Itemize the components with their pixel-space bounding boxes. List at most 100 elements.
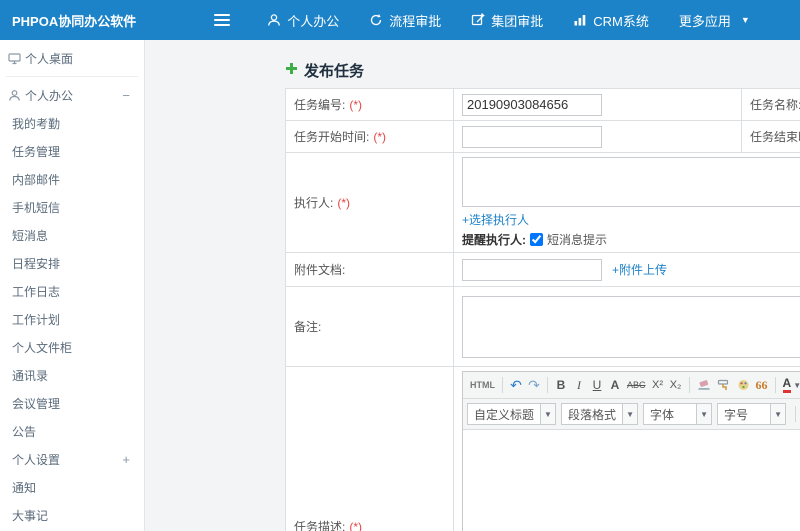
remove-format-icon[interactable]	[694, 375, 714, 395]
caret-down-icon: ▼	[540, 404, 556, 424]
caret-down-icon: ▼	[793, 380, 800, 390]
font-size-select[interactable]: 字号 ▼	[717, 403, 787, 425]
remind-executor-label: 提醒执行人:	[462, 233, 526, 247]
blockquote-button[interactable]: 66	[753, 375, 771, 395]
divider	[688, 377, 690, 393]
sidebar-item-attendance[interactable]: 我的考勤	[0, 109, 144, 137]
nav-workflow-approval[interactable]: 流程审批	[354, 0, 456, 40]
publish-task-form: 任务编号:(*) 任务名称:(*) 任务开始时间:(*)	[285, 88, 800, 531]
remark-label: 备注:	[285, 286, 454, 367]
page-title: 发布任务	[285, 60, 800, 80]
sidebar-item-file-cabinet[interactable]: 个人文件柜	[0, 333, 144, 361]
divider	[6, 76, 138, 77]
main-content: 发布任务 任务编号:(*) 任务名称:(*)	[145, 40, 800, 531]
bold-button[interactable]: B	[552, 375, 570, 395]
task-no-label: 任务编号: (*)	[285, 88, 454, 121]
sidebar-item-contacts[interactable]: 通讯录	[0, 361, 144, 389]
expand-icon[interactable]: +	[122, 452, 130, 467]
attachment-label: 附件文档:	[285, 252, 454, 287]
sidebar-item-personal-office[interactable]: 个人办公 −	[0, 81, 144, 109]
strikethrough-button[interactable]: ABC	[624, 375, 649, 395]
caret-down-icon: ▼	[696, 404, 712, 424]
sidebar-item-work-log[interactable]: 工作日志	[0, 277, 144, 305]
hamburger-icon	[214, 14, 231, 26]
undo-icon[interactable]: ↶	[507, 375, 525, 395]
sidebar-toggle-button[interactable]	[200, 0, 244, 40]
top-nav: 个人办公 流程审批 集团审批 CRM系统 更多应用 ▼	[252, 0, 765, 40]
collapse-icon[interactable]: −	[122, 88, 130, 103]
chart-icon	[573, 13, 587, 27]
spellcheck-button[interactable]: A	[606, 375, 624, 395]
remark-textarea[interactable]	[462, 295, 800, 358]
nav-label: 集团审批	[491, 13, 544, 29]
nav-label: 个人办公	[287, 13, 340, 29]
sidebar-item-events[interactable]: 大事记	[0, 501, 144, 529]
app-window: PHPOA协同办公软件 个人办公 流程审批 集团审批 CRM系统 更多应用 ▼ …	[0, 0, 800, 531]
desktop-icon	[8, 52, 21, 65]
redo-icon[interactable]: ↷	[525, 375, 543, 395]
caret-down-icon: ▼	[622, 404, 638, 424]
nav-label: 更多应用	[678, 13, 731, 29]
font-color-button[interactable]: A ▼	[780, 377, 800, 393]
rich-text-editor: HTML ↶ ↷ B I U A ABC X² X₂ 66 A ▼ 自定义标题 …	[462, 371, 800, 531]
format-painter-icon[interactable]	[714, 375, 734, 395]
user-icon	[267, 13, 281, 27]
nav-crm-system[interactable]: CRM系统	[558, 0, 664, 40]
underline-button[interactable]: U	[588, 375, 606, 395]
caret-down-icon: ▼	[770, 404, 786, 424]
end-time-label: 任务结束时间:(*)	[741, 120, 800, 153]
color-palette-icon[interactable]	[734, 375, 753, 395]
sidebar: 个人桌面 个人办公 − 我的考勤 任务管理 内部邮件 手机短信 短消息 日程安排…	[0, 40, 145, 531]
sidebar-item-schedule[interactable]: 日程安排	[0, 249, 144, 277]
sidebar-item-sms[interactable]: 手机短信	[0, 193, 144, 221]
editor-toolbar-row2: 自定义标题 ▼ 段落格式 ▼ 字体 ▼ 字号 ▼	[463, 399, 800, 430]
plus-icon	[285, 62, 298, 78]
app-logo: PHPOA协同办公软件	[12, 13, 137, 29]
paragraph-format-select[interactable]: 段落格式 ▼	[561, 403, 639, 425]
editor-content-area[interactable]	[463, 430, 800, 531]
nav-more-apps[interactable]: 更多应用 ▼	[664, 0, 765, 40]
sidebar-item-internal-mail[interactable]: 内部邮件	[0, 165, 144, 193]
nav-group-approval[interactable]: 集团审批	[456, 0, 558, 40]
sms-remind-option-label: 短消息提示	[547, 233, 608, 247]
sidebar-item-short-message[interactable]: 短消息	[0, 221, 144, 249]
divider	[795, 406, 797, 422]
sidebar-item-label: 个人桌面	[25, 51, 74, 66]
select-executor-link[interactable]: +选择执行人	[462, 213, 529, 227]
start-time-label: 任务开始时间: (*)	[285, 120, 454, 153]
sidebar-item-personal-settings[interactable]: 个人设置 +	[0, 445, 144, 473]
sidebar-item-task-management[interactable]: 任务管理	[0, 137, 144, 165]
sidebar-item-meeting[interactable]: 会议管理	[0, 389, 144, 417]
flow-icon	[369, 13, 383, 27]
start-time-input[interactable]	[462, 125, 602, 148]
html-source-button[interactable]: HTML	[467, 375, 498, 395]
italic-button[interactable]: I	[570, 375, 588, 395]
sidebar-item-desktop[interactable]: 个人桌面	[0, 44, 144, 72]
superscript-button[interactable]: X²	[649, 375, 667, 395]
attachment-input[interactable]	[462, 258, 602, 281]
divider	[774, 377, 776, 393]
top-navbar: PHPOA协同办公软件 个人办公 流程审批 集团审批 CRM系统 更多应用 ▼	[0, 0, 800, 40]
task-name-label: 任务名称:(*)	[741, 88, 800, 121]
sidebar-item-announcement[interactable]: 公告	[0, 417, 144, 445]
editor-toolbar-row1: HTML ↶ ↷ B I U A ABC X² X₂ 66 A ▼	[463, 372, 800, 399]
nav-personal-office[interactable]: 个人办公	[252, 0, 354, 40]
subscript-button[interactable]: X₂	[667, 375, 685, 395]
nav-label: CRM系统	[593, 13, 649, 29]
sidebar-item-label: 个人办公	[25, 88, 74, 103]
divider	[502, 377, 503, 393]
executor-textarea[interactable]	[462, 157, 800, 207]
sidebar-item-notice[interactable]: 通知	[0, 473, 144, 501]
attachment-upload-link[interactable]: +附件上传	[612, 261, 667, 278]
caret-down-icon: ▼	[740, 15, 750, 25]
task-description-label: 任务描述: (*)	[285, 366, 454, 531]
divider	[547, 377, 548, 393]
approval-icon	[471, 13, 486, 27]
user-icon	[8, 89, 21, 102]
font-family-select[interactable]: 字体 ▼	[643, 403, 713, 425]
executor-label: 执行人: (*)	[285, 152, 454, 253]
task-no-input[interactable]	[462, 93, 602, 116]
custom-heading-select[interactable]: 自定义标题 ▼	[467, 403, 557, 425]
sidebar-item-work-plan[interactable]: 工作计划	[0, 305, 144, 333]
sms-remind-checkbox[interactable]	[530, 233, 543, 246]
